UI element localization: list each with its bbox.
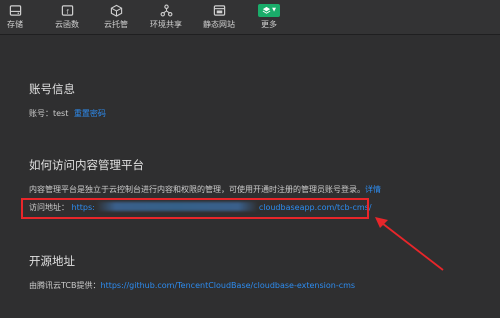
opensource-provider-label: 由腾讯云TCB提供： [29,281,101,290]
account-line: 账号：test 重置密码 [29,108,106,119]
toolbar-static-site[interactable]: 静态网站 [203,4,235,30]
share-icon [159,4,174,17]
function-icon: f [60,4,75,17]
toolbar-storage[interactable]: 存储 [7,4,23,30]
toolbar-cloud-hosting[interactable]: 云托管 [104,4,128,30]
toolbar-more-label: 更多 [261,20,277,29]
details-link[interactable]: 详情 [365,185,381,194]
more-icon: ▼ [258,4,280,17]
toolbar-cloud-hosting-label: 云托管 [104,20,128,29]
opensource-line: 由腾讯云TCB提供：https://github.com/TencentClou… [29,280,355,291]
account-value: test [53,109,69,118]
toolbar-storage-label: 存储 [7,20,23,29]
top-toolbar: 存储 f 云函数 云托管 环境共享 静态网站 ▼ 更多 [0,0,500,35]
account-label: 账号： [29,109,53,118]
main-content: 账号信息 账号：test 重置密码 如何访问内容管理平台 内容管理平台是独立于云… [0,36,500,318]
toolbar-cloud-functions[interactable]: f 云函数 [55,4,79,30]
toolbar-env-sharing-label: 环境共享 [150,20,182,29]
reset-password-link[interactable]: 重置密码 [74,109,106,118]
opensource-section-title: 开源地址 [29,254,75,268]
account-info-title: 账号信息 [29,82,75,96]
highlight-box [21,198,369,219]
hard-drive-icon [8,4,23,17]
access-section-title: 如何访问内容管理平台 [29,158,144,172]
toolbar-more[interactable]: ▼ 更多 [258,4,280,30]
toolbar-static-site-label: 静态网站 [203,20,235,29]
toolbar-cloud-functions-label: 云函数 [55,20,79,29]
browser-window-icon [212,4,227,17]
access-description: 内容管理平台是独立于云控制台进行内容和权限的管理，可使用开通时注册的管理员账号登… [29,185,365,194]
cube-icon [109,4,124,17]
opensource-repo-link[interactable]: https://github.com/TencentCloudBase/clou… [101,281,356,290]
access-description-line: 内容管理平台是独立于云控制台进行内容和权限的管理，可使用开通时注册的管理员账号登… [29,184,381,195]
chevron-down-icon: ▼ [272,7,276,13]
annotation-arrow-icon [375,217,444,271]
toolbar-env-sharing[interactable]: 环境共享 [150,4,182,30]
